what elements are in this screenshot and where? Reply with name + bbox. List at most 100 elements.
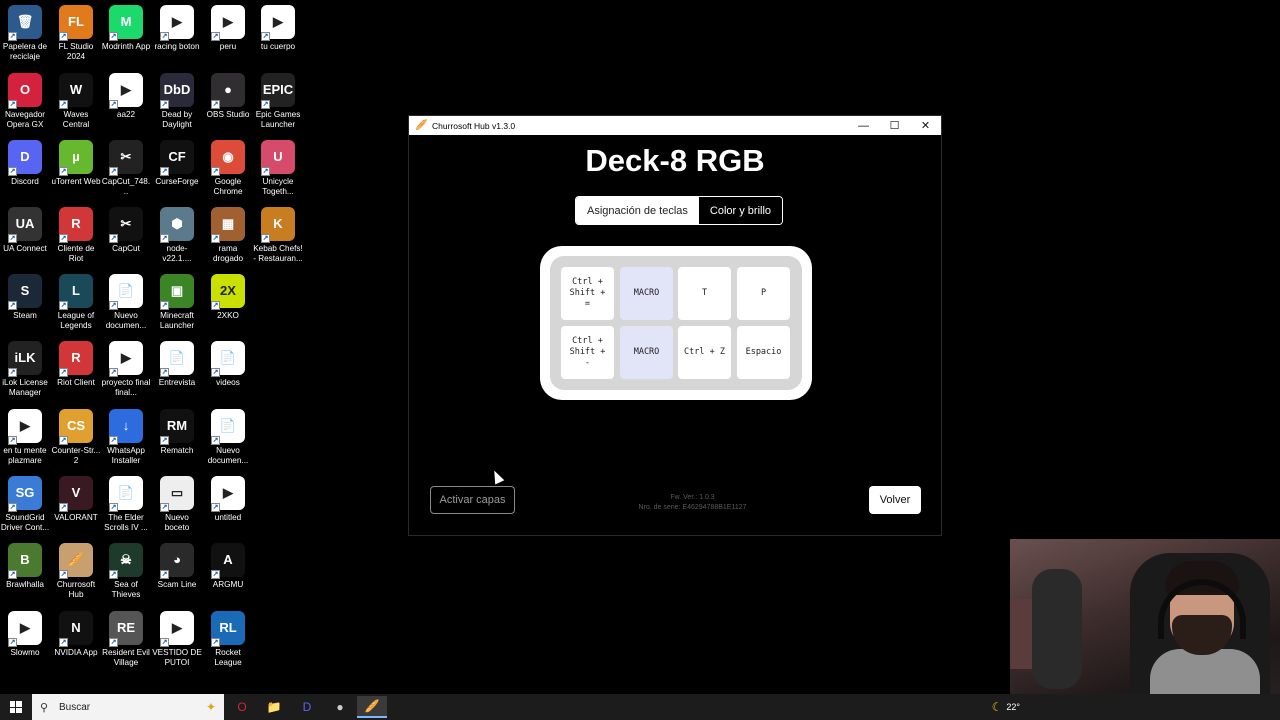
desktop-icon[interactable]: 📄 ↗ Nuevo documen...: [101, 274, 151, 331]
churrosoft-hub-icon[interactable]: 🥖: [357, 696, 387, 718]
desktop-icon[interactable]: iLK ↗ iLok License Manager: [0, 341, 50, 398]
desktop-icon[interactable]: ▣ ↗ Minecraft Launcher: [152, 274, 202, 331]
desktop-app-icon: ▶ ↗: [160, 5, 194, 41]
deck-key-3[interactable]: T: [678, 267, 731, 320]
desktop-icon-label: aa22: [116, 110, 136, 119]
file-explorer-icon[interactable]: 📁: [259, 696, 289, 718]
desktop-icon[interactable]: ▶ ↗ peru: [203, 5, 253, 52]
deck-key-5[interactable]: Ctrl + Shift + -: [561, 326, 614, 379]
desktop-icon[interactable]: D ↗ Discord: [0, 140, 50, 187]
desktop-icon[interactable]: ▦ ↗ rama drogado: [203, 207, 253, 264]
back-button[interactable]: Volver: [869, 486, 921, 514]
desktop-icon[interactable]: DbD ↗ Dead by Daylight: [152, 73, 202, 130]
obs-icon[interactable]: ●: [325, 696, 355, 718]
desktop-icon[interactable]: ▶ ↗ Slowmo: [0, 611, 50, 658]
desktop-icon[interactable]: N ↗ NVIDIA App: [51, 611, 101, 658]
desktop-icon[interactable]: 📄 ↗ Nuevo documen...: [203, 409, 253, 466]
desktop-icon[interactable]: ◉ ↗ Google Chrome: [203, 140, 253, 197]
opera-gx-icon[interactable]: O: [227, 696, 257, 718]
desktop-icon[interactable]: ⬢ ↗ node-v22.1....: [152, 207, 202, 264]
desktop-icon[interactable]: 📄 ↗ videos: [203, 341, 253, 388]
desktop-icon[interactable]: CF ↗ CurseForge: [152, 140, 202, 187]
desktop-icon[interactable]: RL ↗ Rocket League: [203, 611, 253, 668]
taskbar-search[interactable]: ⚲ Buscar ✦: [32, 694, 224, 720]
desktop-icon[interactable]: ▭ ↗ Nuevo boceto: [152, 476, 202, 533]
desktop-icon[interactable]: K ↗ Kebab Chefs! - Restauran...: [253, 207, 303, 264]
desktop-icon-label: OBS Studio: [206, 110, 250, 119]
deck-key-8[interactable]: Espacio: [737, 326, 790, 379]
shortcut-arrow-icon: ↗: [160, 368, 169, 377]
activate-layers-button[interactable]: Activar capas: [430, 486, 515, 514]
desktop-icon[interactable]: B ↗ Brawlhalla: [0, 543, 50, 590]
desktop-icon-label: Papelera de reciclaje: [2, 42, 48, 61]
desktop-icon[interactable]: ▶ ↗ proyecto final final...: [101, 341, 151, 398]
deck-key-4[interactable]: P: [737, 267, 790, 320]
desktop-icon[interactable]: ▶ ↗ untitled: [203, 476, 253, 523]
desktop-icon[interactable]: ▶ ↗ racing boton: [152, 5, 202, 52]
desktop-icon[interactable]: EPIC ↗ Epic Games Launcher: [253, 73, 303, 130]
shortcut-arrow-icon: ↗: [109, 368, 118, 377]
desktop-icon[interactable]: CS ↗ Counter-Str... 2: [51, 409, 101, 466]
desktop-icon[interactable]: ▶ ↗ VESTIDO DE PUTOI: [152, 611, 202, 668]
desktop-icon[interactable]: FL ↗ FL Studio 2024: [51, 5, 101, 62]
tab-color-brightness[interactable]: Color y brillo: [698, 197, 783, 224]
desktop-icon[interactable]: R ↗ Cliente de Riot: [51, 207, 101, 264]
deck-key-7[interactable]: Ctrl + Z: [678, 326, 731, 379]
system-tray: ☾ 22°: [992, 694, 1020, 720]
desktop-icon[interactable]: ↓ ↗ WhatsApp Installer: [101, 409, 151, 466]
shortcut-arrow-icon: ↗: [59, 301, 68, 310]
shortcut-arrow-icon: ↗: [109, 167, 118, 176]
desktop-icon[interactable]: RM ↗ Rematch: [152, 409, 202, 456]
desktop-app-icon: L ↗: [59, 274, 93, 310]
discord-icon[interactable]: D: [292, 696, 322, 718]
shortcut-arrow-icon: ↗: [109, 638, 118, 647]
desktop-icon[interactable]: 2X ↗ 2XKO: [203, 274, 253, 321]
desktop-icon[interactable]: ● ↗ OBS Studio: [203, 73, 253, 120]
desktop-icon[interactable]: ▶ ↗ en tu mente plazmare: [0, 409, 50, 466]
desktop-icon-label: Nuevo documen...: [207, 446, 249, 465]
desktop-icon[interactable]: W ↗ Waves Central: [51, 73, 101, 130]
start-button[interactable]: [0, 694, 31, 720]
desktop-icon[interactable]: 📄 ↗ The Elder Scrolls IV ...: [101, 476, 151, 533]
desktop-icon[interactable]: 📄 ↗ Entrevista: [152, 341, 202, 388]
desktop-icon[interactable]: O ↗ Navegador Opera GX: [0, 73, 50, 130]
desktop-icon[interactable]: ✂ ↗ CapCut: [101, 207, 151, 254]
desktop-icon[interactable]: SG ↗ SoundGrid Driver Cont...: [0, 476, 50, 533]
desktop-icon[interactable]: ▶ ↗ aa22: [101, 73, 151, 120]
tab-key-assignment[interactable]: Asignación de teclas: [576, 197, 699, 224]
deck-key-1[interactable]: Ctrl + Shift + =: [561, 267, 614, 320]
desktop-icon[interactable]: U ↗ Unicycle Togeth...: [253, 140, 303, 197]
shortcut-arrow-icon: ↗: [59, 167, 68, 176]
desktop-icon[interactable]: V ↗ VALORANT: [51, 476, 101, 523]
desktop-app-icon: ↓ ↗: [109, 409, 143, 445]
desktop-icon[interactable]: ✂ ↗ CapCut_748...: [101, 140, 151, 197]
shortcut-arrow-icon: ↗: [59, 100, 68, 109]
desktop-icon[interactable]: ☠ ↗ Sea of Thieves: [101, 543, 151, 600]
desktop-icon[interactable]: 🥖 ↗ Churrosoft Hub: [51, 543, 101, 600]
window-controls: — ☐ ✕: [848, 116, 941, 135]
close-icon[interactable]: ✕: [910, 116, 941, 135]
desktop-icon[interactable]: RE ↗ Resident Evil Village: [101, 611, 151, 668]
desktop-icon-label: Minecraft Launcher: [159, 311, 195, 330]
desktop-icon[interactable]: A ↗ ARGMU: [203, 543, 253, 590]
desktop-icon[interactable]: ◕ ↗ Scam Line: [152, 543, 202, 590]
desktop-icon[interactable]: R ↗ Riot Client: [51, 341, 101, 388]
desktop-icon[interactable]: UA ↗ UA Connect: [0, 207, 50, 254]
desktop-icon[interactable]: M ↗ Modrinth App: [101, 5, 151, 52]
maximize-icon[interactable]: ☐: [879, 116, 910, 135]
minimize-icon[interactable]: —: [848, 116, 879, 135]
window-titlebar[interactable]: 🥖 Churrosoft Hub v1.3.0 — ☐ ✕: [409, 116, 941, 135]
desktop-icon[interactable]: 🗑 ↗ Papelera de reciclaje: [0, 5, 50, 62]
deck-key-6[interactable]: MACRO: [620, 326, 673, 379]
desktop-icon-label: peru: [219, 42, 237, 51]
deck-key-2[interactable]: MACRO: [620, 267, 673, 320]
desktop-icon[interactable]: ▶ ↗ tu cuerpo: [253, 5, 303, 52]
desktop-icon-label: UA Connect: [3, 244, 47, 253]
desktop-icon-label: Cliente de Riot: [57, 244, 95, 263]
desktop-app-icon: ⬢ ↗: [160, 207, 194, 243]
desktop-icon-label: CapCut_748...: [101, 177, 151, 196]
desktop-icon[interactable]: L ↗ League of Legends: [51, 274, 101, 331]
desktop-icon[interactable]: S ↗ Steam: [0, 274, 50, 321]
desktop-icon-label: Nuevo documen...: [105, 311, 147, 330]
desktop-icon[interactable]: µ ↗ uTorrent Web: [51, 140, 101, 187]
